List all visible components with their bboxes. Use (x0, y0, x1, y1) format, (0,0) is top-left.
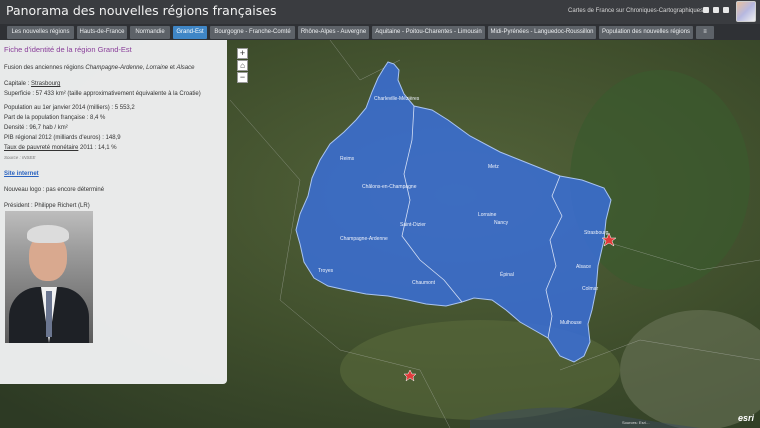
logo-text: Nouveau logo : pas encore déterminé (4, 187, 105, 193)
capital-value[interactable]: Strasbourg (31, 81, 60, 87)
link-icon[interactable] (723, 7, 729, 13)
tab-bar: Les nouvelles régions Hauts-de-France No… (0, 24, 760, 40)
tab-bourgogne-franche-comte[interactable]: Bourgogne - Franche-Comté (210, 26, 295, 39)
header-link[interactable]: Cartes de France sur Chroniques-Cartogra… (568, 8, 703, 14)
fusion-region-1: Champagne-Ardenne (85, 65, 143, 71)
poverty-value: 2011 : 14,1 % (78, 145, 117, 151)
tab-midi-pyrenees-languedoc-roussillon[interactable]: Midi-Pyrénées - Languedoc-Roussillon (488, 26, 596, 39)
pib-text: PIB régional 2012 (milliards d'euros) : … (4, 135, 121, 141)
tab-menu-icon[interactable]: ≡ (696, 26, 714, 39)
tab-rhone-alpes-auvergne[interactable]: Rhône-Alpes - Auvergne (298, 26, 369, 39)
map-label-mulhouse: Mulhouse (560, 320, 582, 326)
map-attribution: Sources: Esri… (622, 420, 650, 425)
population-text: Population au 1er janvier 2014 (milliers… (4, 105, 135, 111)
map-label-metz: Metz (488, 164, 499, 170)
tab-grand-est[interactable]: Grand-Est (173, 26, 207, 39)
avatar[interactable] (736, 1, 756, 22)
president-text: Président : Philippe Richert (LR) (4, 203, 90, 209)
fusion-prefix: Fusion des anciennes régions (4, 65, 86, 71)
source-text: Source : INSEE (4, 155, 36, 160)
map-label-saint-dizier: Saint-Dizier (400, 222, 426, 228)
tab-population-nouvelles-regions[interactable]: Population des nouvelles régions (599, 26, 693, 39)
header-bar: Panorama des nouvelles régions française… (0, 0, 760, 24)
map-label-strasbourg: Strasbourg (584, 230, 609, 236)
poverty-text: Taux de pauvreté monétaire 2011 : 14,1 % (4, 144, 223, 152)
map-label-chaumont: Chaumont (412, 280, 436, 286)
tab-hauts-de-france[interactable]: Hauts-de-France (77, 26, 127, 39)
share-text: Part de la population française : 8,4 % (4, 115, 106, 121)
map-label-lorraine: Lorraine (478, 212, 497, 218)
map-label-epinal: Épinal (500, 271, 514, 278)
panel-title: Fiche d'identité de la région Grand-Est (4, 45, 132, 54)
map-label-charleville: Charleville-Mézières (374, 96, 420, 102)
fusion-region-3: Alsace (176, 65, 195, 71)
info-panel: Fiche d'identité de la région Grand-Est … (0, 40, 227, 384)
esri-logo: esri (738, 413, 755, 423)
map-label-chalons: Châlons-en-Champagne (362, 184, 417, 190)
site-internet-link[interactable]: Site internet (4, 171, 39, 177)
zoom-out-button[interactable]: − (237, 72, 248, 83)
capital-label: Capitale : (4, 81, 32, 87)
map-label-colmar: Colmar (582, 286, 598, 292)
home-button[interactable]: ⌂ (237, 60, 248, 71)
surface-text: Superficie : 57 433 km² (taille approxim… (4, 91, 201, 97)
twitter-icon[interactable] (713, 7, 719, 13)
map-label-troyes: Troyes (318, 268, 334, 274)
facebook-icon[interactable] (703, 7, 709, 13)
tab-les-nouvelles-regions[interactable]: Les nouvelles régions (7, 26, 74, 39)
president-portrait (5, 211, 93, 343)
fusion-text: Fusion des anciennes régions Champagne-A… (4, 64, 223, 72)
fusion-region-2: Lorraine (146, 65, 169, 71)
map-label-reims: Reims (340, 156, 355, 162)
map-label-nancy: Nancy (494, 220, 509, 226)
tab-normandie[interactable]: Normandie (130, 26, 170, 39)
app-title: Panorama des nouvelles régions française… (6, 3, 277, 18)
poverty-label[interactable]: Taux de pauvreté monétaire (4, 145, 78, 151)
map-label-champagne-ardenne: Champagne-Ardenne (340, 236, 388, 242)
capital-text: Capitale : Strasbourg (4, 80, 223, 88)
zoom-in-button[interactable]: + (237, 48, 248, 59)
map-label-alsace: Alsace (576, 264, 591, 270)
density-text: Densité : 96,7 hab / km² (4, 125, 68, 131)
tab-aquitaine-poitou-charentes-limousin[interactable]: Aquitaine - Poitou-Charentes - Limousin (372, 26, 485, 39)
